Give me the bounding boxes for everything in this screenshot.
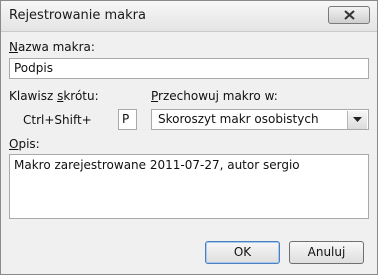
dialog-title: Rejestrowanie makra [9, 8, 146, 23]
shortcut-modifier-text: Ctrl+Shift+ [23, 113, 92, 127]
store-macro-dropdown-button[interactable] [347, 111, 367, 129]
ok-button[interactable]: OK [205, 241, 280, 264]
cancel-button[interactable]: Anuluj [289, 241, 364, 264]
store-macro-selected: Skoroszyt makr osobistych [158, 112, 319, 126]
shortcut-label: Klawisz skrótu: [9, 89, 99, 103]
description-textarea[interactable]: Makro zarejestrowane 2011-07-27, autor s… [9, 154, 369, 219]
store-macro-label: Przechowuj makro w: [151, 89, 278, 103]
store-macro-select[interactable]: Skoroszyt makr osobistych [151, 109, 369, 130]
description-label: Opis: [9, 137, 40, 151]
close-icon [344, 10, 355, 20]
chevron-down-icon [353, 117, 362, 122]
macro-name-input[interactable]: Podpis [9, 58, 369, 79]
shortcut-key-input[interactable]: P [118, 109, 137, 130]
macro-name-label: Nazwa makra: [9, 40, 95, 54]
title-bar: Rejestrowanie makra [1, 1, 377, 32]
record-macro-dialog: Rejestrowanie makra Nazwa makra: Podpis … [0, 0, 378, 275]
close-button[interactable] [328, 6, 370, 24]
